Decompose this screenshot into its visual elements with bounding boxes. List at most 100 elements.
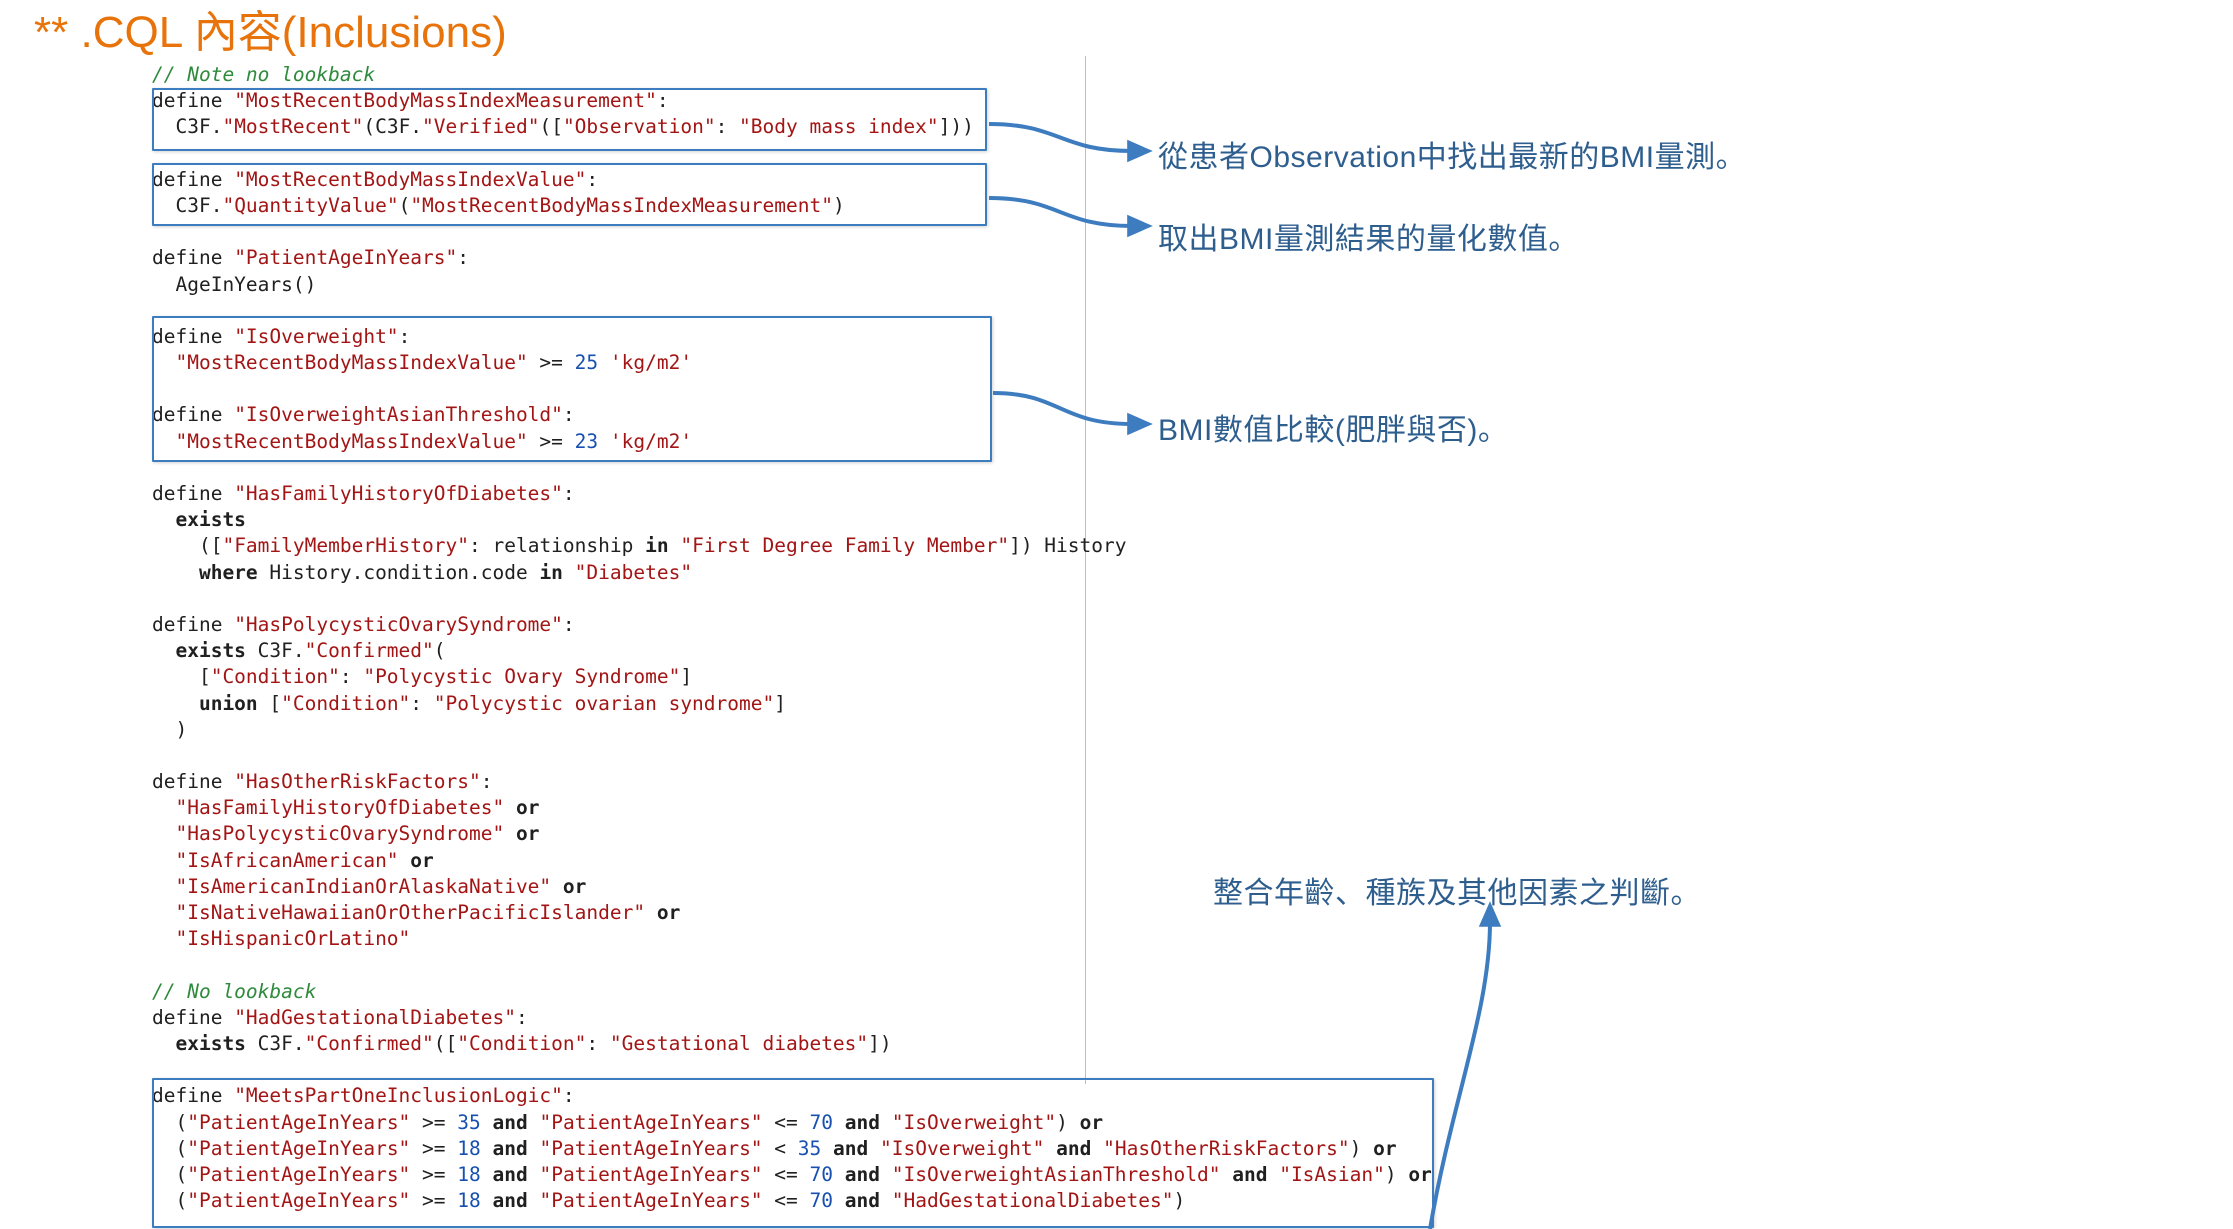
- code-token: in: [645, 534, 669, 558]
- code-token: "Confirmed": [304, 639, 434, 663]
- code-token: :: [480, 770, 493, 794]
- code-token: ]) History: [1009, 534, 1127, 558]
- code-token: exists: [152, 1031, 246, 1055]
- annotation-text-3: BMI數值比較(肥胖與否)。: [1158, 414, 1509, 447]
- code-line: exists: [152, 507, 1482, 533]
- annotation-text-2: 取出BMI量測結果的量化數值。: [1158, 223, 1579, 256]
- code-token: :: [457, 246, 469, 270]
- annotation-text-4: 整合年齡、種族及其他因素之判斷。: [1213, 877, 1701, 910]
- code-token: or: [515, 796, 540, 820]
- code-token: (: [433, 639, 446, 663]
- code-token: or: [656, 901, 681, 924]
- code-token: or: [410, 848, 434, 872]
- code-token: [: [152, 665, 211, 689]
- code-token: "Confirmed": [304, 1031, 434, 1055]
- code-token: define: [152, 1005, 235, 1029]
- code-token: in: [539, 560, 563, 584]
- code-token: exists: [152, 639, 246, 663]
- code-token: "IsNativeHawaiianOrOtherPacificIslander": [175, 901, 646, 924]
- code-token: :: [586, 1031, 610, 1055]
- code-token: "Condition": [281, 691, 411, 715]
- highlight-box-most-recent-bmi-measurement[interactable]: [152, 88, 987, 151]
- code-token: // No lookback: [152, 979, 317, 1003]
- code-token: ]: [774, 691, 786, 715]
- code-line: "HasFamilyHistoryOfDiabetes" or: [152, 795, 1482, 821]
- code-token: "FamilyMemberHistory": [222, 534, 469, 558]
- code-token: AgeInYears(): [152, 272, 317, 296]
- code-line: "IsHispanicOrLatino": [152, 926, 1482, 952]
- highlight-box-meets-part-one-inclusion-logic[interactable]: [152, 1078, 1434, 1228]
- code-token: // Note no lookback: [152, 63, 376, 86]
- code-token: :: [339, 665, 364, 689]
- code-token: "Polycystic ovarian syndrome": [433, 691, 775, 715]
- code-token: :: [515, 1005, 528, 1029]
- code-token: "Diabetes": [574, 560, 693, 584]
- code-token: :: [562, 482, 575, 505]
- code-token: ]: [680, 665, 693, 689]
- code-line: AgeInYears(): [152, 272, 1482, 298]
- code-token: "HasFamilyHistoryOfDiabetes": [175, 796, 505, 820]
- code-token: "HasOtherRiskFactors": [234, 770, 481, 794]
- annotation-text-1: 從患者Observation中找出最新的BMI量測。: [1158, 141, 1747, 174]
- code-line: // Note no lookback: [152, 62, 1482, 88]
- code-token: define: [152, 482, 235, 505]
- code-line: exists C3F."Confirmed"(["Condition": "Ge…: [152, 1031, 1482, 1057]
- code-token: "HasPolycysticOvarySyndrome": [175, 822, 505, 846]
- code-token: ([: [152, 534, 223, 558]
- code-token: "Polycystic Ovary Syndrome": [363, 665, 681, 689]
- code-token: "Condition": [457, 1031, 587, 1055]
- code-token: "Gestational diabetes": [609, 1031, 869, 1055]
- code-line: define "HadGestationalDiabetes":: [152, 1005, 1482, 1031]
- highlight-box-overweight-thresholds[interactable]: [152, 316, 992, 462]
- code-token: where: [152, 560, 258, 584]
- highlight-box-most-recent-bmi-value[interactable]: [152, 163, 987, 226]
- code-token: union: [152, 691, 258, 715]
- code-token: "First Degree Family Member": [680, 534, 1010, 558]
- code-token: "HasPolycysticOvarySyndrome": [234, 612, 563, 636]
- code-token: "IsAmericanIndianOrAlaskaNative": [175, 874, 552, 898]
- code-token: exists: [152, 508, 246, 532]
- code-token: [: [257, 691, 282, 715]
- code-line: define "HasFamilyHistoryOfDiabetes":: [152, 481, 1482, 507]
- code-token: ]): [868, 1031, 892, 1055]
- code-token: :: [562, 612, 575, 636]
- code-token: C3F.: [245, 1031, 305, 1055]
- code-token: "HasFamilyHistoryOfDiabetes": [234, 482, 563, 505]
- code-token: ): [152, 717, 188, 741]
- code-token: ([: [433, 1031, 458, 1055]
- code-line: ): [152, 717, 1482, 743]
- code-token: define: [152, 246, 235, 270]
- code-token: "HadGestationalDiabetes": [234, 1005, 516, 1029]
- code-token: C3F.: [245, 639, 305, 663]
- page-title: ** .CQL 內容(Inclusions): [34, 8, 507, 57]
- code-line: ["Condition": "Polycystic Ovary Syndrome…: [152, 664, 1482, 690]
- code-line: define "HasOtherRiskFactors":: [152, 769, 1482, 795]
- code-token: or: [562, 874, 587, 898]
- code-token: :: [410, 691, 434, 715]
- code-token: define: [152, 770, 235, 794]
- code-token: "Condition": [210, 665, 340, 689]
- code-token: "IsHispanicOrLatino": [175, 927, 411, 951]
- slide-canvas: ** .CQL 內容(Inclusions) // Note no lookba…: [0, 0, 2233, 1229]
- code-token: or: [515, 822, 540, 846]
- code-token: : relationship: [469, 534, 646, 558]
- code-line: union ["Condition": "Polycystic ovarian …: [152, 691, 1482, 717]
- code-line: (["FamilyMemberHistory": relationship in…: [152, 533, 1482, 559]
- code-line: exists C3F."Confirmed"(: [152, 638, 1482, 664]
- code-token: History.condition.code: [257, 560, 540, 584]
- code-token: "PatientAgeInYears": [234, 246, 458, 270]
- code-token: "IsAfricanAmerican": [175, 848, 399, 872]
